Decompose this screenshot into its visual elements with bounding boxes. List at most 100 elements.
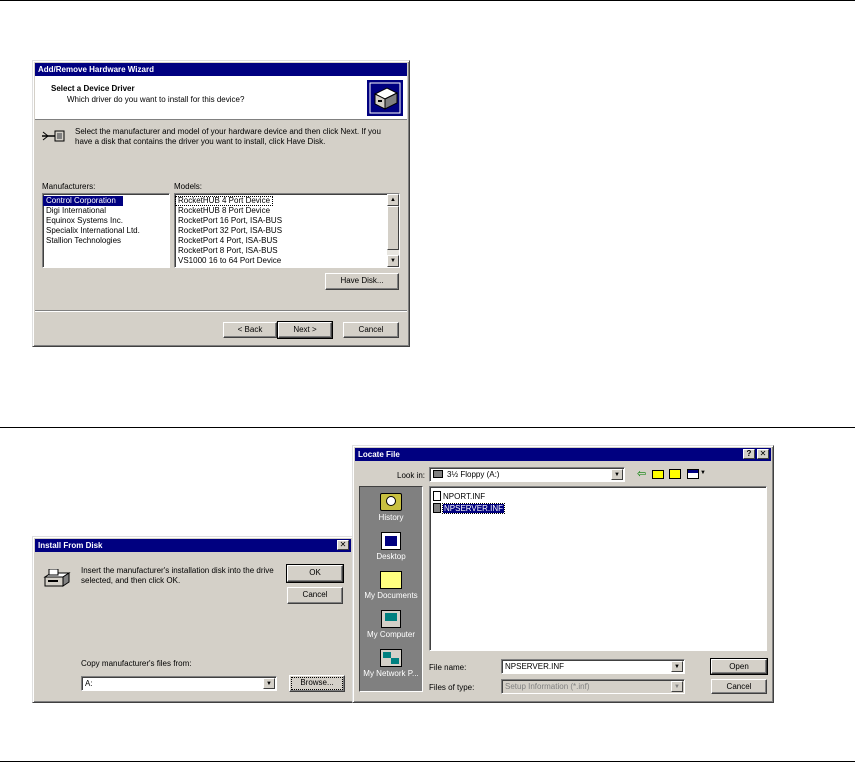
file-name-label: File name: xyxy=(429,663,467,672)
ok-button[interactable]: OK xyxy=(286,564,344,583)
place-desktop[interactable]: Desktop xyxy=(360,532,422,561)
manufacturer-item[interactable]: Equinox Systems Inc. xyxy=(43,216,169,226)
manufacturers-list[interactable]: Control Corporation Digi International E… xyxy=(42,193,170,268)
copy-files-combo[interactable]: A: ▼ xyxy=(81,676,277,691)
inf-file-icon xyxy=(433,503,441,513)
back-arrow-icon[interactable]: ⇦ xyxy=(637,468,646,480)
file-item[interactable]: NPORT.INF xyxy=(433,491,485,502)
file-name-text: NPORT.INF xyxy=(443,492,486,501)
device-plug-icon xyxy=(41,128,67,144)
disk-drive-icon xyxy=(43,568,71,589)
model-item[interactable]: RocketHUB 4 Port Device xyxy=(175,196,273,206)
model-item[interactable]: RocketPort 16 Port, ISA-BUS xyxy=(175,216,399,226)
place-my-network[interactable]: My Network P... xyxy=(360,649,422,678)
model-item[interactable]: RocketPort 8 Port, ISA-BUS xyxy=(175,246,399,256)
dropdown-arrow-icon[interactable]: ▼ xyxy=(263,678,275,689)
models-list[interactable]: RocketHUB 4 Port Device RocketHUB 8 Port… xyxy=(174,193,400,268)
file-name-value: NPSERVER.INF xyxy=(505,662,564,671)
dropdown-arrow-icon[interactable]: ▼ xyxy=(611,469,623,480)
scroll-up-arrow-icon[interactable]: ▲ xyxy=(387,194,399,206)
middle-rule xyxy=(0,427,855,428)
file-type-value: Setup Information (*.inf) xyxy=(505,682,590,691)
locate-title: Locate File xyxy=(358,450,400,459)
up-folder-icon[interactable] xyxy=(652,470,664,479)
look-in-combo[interactable]: 3½ Floppy (A:) ▼ xyxy=(429,467,625,482)
copy-files-value: A: xyxy=(85,679,93,688)
install-disk-title: Install From Disk xyxy=(38,541,103,550)
file-type-combo[interactable]: Setup Information (*.inf) ▼ xyxy=(501,679,685,694)
view-menu-icon[interactable] xyxy=(687,469,699,479)
wizard-instructions-line-1: Select the manufacturer and model of you… xyxy=(75,127,381,136)
install-disk-cancel-button[interactable]: Cancel xyxy=(287,587,343,604)
install-disk-message-line-1: Insert the manufacturer's installation d… xyxy=(81,566,274,575)
place-my-computer-label: My Computer xyxy=(366,630,415,639)
wizard-header: Select a Device Driver Which driver do y… xyxy=(35,76,407,120)
models-label: Models: xyxy=(174,182,203,191)
my-documents-icon xyxy=(380,571,402,589)
install-from-disk-dialog: Install From Disk ✕ Insert the manufactu… xyxy=(32,536,354,703)
wizard-instructions-line-2: have a disk that contains the driver you… xyxy=(75,137,326,146)
model-item[interactable]: RocketPort 4 Port, ISA-BUS xyxy=(175,236,399,246)
wizard-heading: Select a Device Driver xyxy=(51,84,135,93)
places-bar: History Desktop My Documents My Computer… xyxy=(359,486,423,692)
models-scrollbar[interactable]: ▲ ▼ xyxy=(387,194,399,267)
new-folder-icon[interactable] xyxy=(669,469,681,479)
close-icon[interactable]: ✕ xyxy=(337,540,349,550)
network-icon xyxy=(380,649,402,667)
wizard-subheading: Which driver do you want to install for … xyxy=(67,95,245,104)
place-my-documents-label: My Documents xyxy=(364,591,418,600)
file-item-selected[interactable]: NPSERVER.INF xyxy=(433,503,505,514)
locate-title-bar[interactable]: Locate File ? ✕ xyxy=(355,448,771,461)
file-name-combo[interactable]: NPSERVER.INF ▼ xyxy=(501,659,685,674)
place-my-documents[interactable]: My Documents xyxy=(360,571,422,600)
bottom-rule xyxy=(0,761,855,762)
wizard-cancel-button[interactable]: Cancel xyxy=(343,322,399,338)
locate-cancel-button[interactable]: Cancel xyxy=(711,679,767,694)
model-item[interactable]: RocketHUB 8 Port Device xyxy=(175,206,399,216)
install-disk-title-bar[interactable]: Install From Disk ✕ xyxy=(35,539,351,552)
have-disk-button[interactable]: Have Disk... xyxy=(325,273,399,290)
scroll-down-arrow-icon[interactable]: ▼ xyxy=(387,255,399,267)
model-item[interactable]: RocketPort 32 Port, ISA-BUS xyxy=(175,226,399,236)
wizard-title: Add/Remove Hardware Wizard xyxy=(38,65,154,74)
install-disk-message-line-2: selected, and then click OK. xyxy=(81,576,181,585)
file-type-label: Files of type: xyxy=(429,683,475,692)
top-rule xyxy=(0,0,855,1)
browse-button[interactable]: Browse... xyxy=(289,675,345,692)
look-in-value: 3½ Floppy (A:) xyxy=(447,470,500,479)
wizard-divider xyxy=(35,310,407,312)
model-item[interactable]: VS1000 16 to 64 Port Device xyxy=(175,256,399,266)
manufacturer-item[interactable]: Specialix International Ltd. xyxy=(43,226,169,236)
inf-file-icon xyxy=(433,491,441,501)
open-button[interactable]: Open xyxy=(710,658,768,675)
next-button[interactable]: Next > xyxy=(277,321,333,339)
file-list[interactable]: NPORT.INF NPSERVER.INF xyxy=(429,486,767,651)
desktop-icon xyxy=(381,532,401,550)
dropdown-arrow-icon[interactable]: ▼ xyxy=(671,681,683,692)
scroll-thumb[interactable] xyxy=(387,206,399,250)
place-my-computer[interactable]: My Computer xyxy=(360,610,422,639)
look-in-label: Look in: xyxy=(397,471,426,480)
manufacturer-item[interactable]: Digi International xyxy=(43,206,169,216)
place-history[interactable]: History xyxy=(360,493,422,522)
copy-files-label: Copy manufacturer's files from: xyxy=(81,659,192,668)
close-icon[interactable]: ✕ xyxy=(757,449,769,459)
manufacturers-label: Manufacturers: xyxy=(42,182,96,191)
dropdown-arrow-icon[interactable]: ▼ xyxy=(671,661,683,672)
manufacturer-item[interactable]: Stallion Technologies xyxy=(43,236,169,246)
history-icon xyxy=(380,493,402,511)
help-icon[interactable]: ? xyxy=(743,449,755,459)
back-button[interactable]: < Back xyxy=(223,322,277,338)
file-name-text: NPSERVER.INF xyxy=(442,503,505,514)
place-my-network-label: My Network P... xyxy=(363,669,419,678)
add-remove-hardware-wizard: Add/Remove Hardware Wizard Select a Devi… xyxy=(32,60,410,347)
place-desktop-label: Desktop xyxy=(376,552,406,561)
floppy-drive-icon xyxy=(433,470,443,478)
my-computer-icon xyxy=(381,610,401,628)
view-dropdown-icon[interactable]: ▼ xyxy=(700,470,706,476)
hardware-wizard-icon xyxy=(367,80,403,116)
place-history-label: History xyxy=(378,513,404,522)
manufacturer-item[interactable]: Control Corporation xyxy=(43,196,123,206)
wizard-title-bar[interactable]: Add/Remove Hardware Wizard xyxy=(35,63,407,76)
locate-file-dialog: Locate File ? ✕ Look in: 3½ Floppy (A:) … xyxy=(352,445,774,703)
